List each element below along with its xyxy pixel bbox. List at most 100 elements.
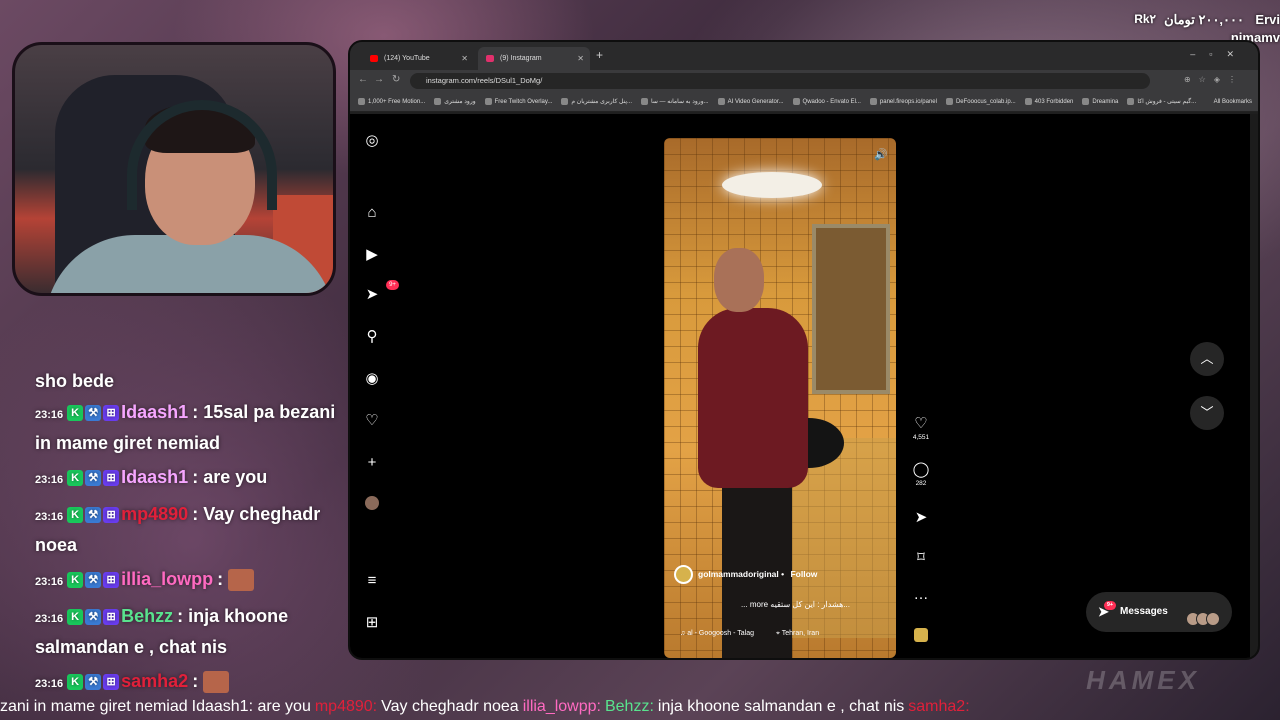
reel-caption[interactable]: ... more هشدار : این کل ستقیه... <box>741 600 850 609</box>
previous-reel-button[interactable]: ︿ <box>1190 342 1224 376</box>
instagram-icon <box>486 55 494 62</box>
more-link[interactable]: ... more <box>741 600 768 609</box>
like-count: 4,551 <box>912 434 930 441</box>
bookmark-item[interactable]: Dreamina <box>1082 92 1118 111</box>
bookmark-item[interactable]: ورود به سامانه — سا... <box>641 92 709 111</box>
bookmark-icon <box>792 97 800 105</box>
messages-label: Messages <box>1120 606 1168 617</box>
close-icon[interactable]: ✕ <box>461 47 468 70</box>
bookmark-item[interactable]: ورود مشتری <box>434 92 476 111</box>
messages-button[interactable]: ➤ 9+ Messages <box>1086 592 1232 632</box>
volume-icon[interactable]: 🔊 <box>874 148 888 161</box>
reload-icon[interactable]: ↻ <box>392 74 400 85</box>
reel-meta: ♫ al - Googoosh - Talag ⌖ Tehran, Iran <box>680 630 839 638</box>
reel-author[interactable]: golmammadoriginal • Follow <box>674 564 817 585</box>
reels-icon[interactable]: ▶ <box>363 246 381 264</box>
tab-label: (9) Instagram <box>500 55 542 62</box>
youtube-icon <box>370 55 378 62</box>
close-icon[interactable]: ✕ <box>577 47 584 70</box>
bookmark-item[interactable]: DeFooocus_colab.ip... <box>945 92 1016 111</box>
follow-button[interactable]: Follow <box>790 569 817 579</box>
bookmark-item[interactable]: پنل کاربری مشتریان م... <box>561 92 632 111</box>
instagram-logo-icon[interactable]: ◎ <box>363 132 381 150</box>
ticker-segment: Vay cheghadr noea <box>381 698 519 715</box>
direct-icon[interactable]: ➤ 9+ <box>363 280 399 304</box>
bookmark-icon <box>641 97 649 105</box>
webcam-feed <box>12 42 336 296</box>
save-icon[interactable]: ⌑ <box>906 548 936 566</box>
url-input[interactable]: instagram.com/reels/DSul1_DoMg/ <box>410 73 1150 89</box>
search-icon[interactable]: ⚲ <box>363 328 381 346</box>
browser-window: (124) YouTube ✕ (9) Instagram ✕ + –▫✕ ← … <box>348 40 1260 660</box>
comment-count: 282 <box>915 480 927 487</box>
author-avatar[interactable] <box>674 565 693 585</box>
chat-badge-icon: ⚒ <box>85 470 102 487</box>
bookmark-item[interactable]: AI Video Generator... <box>717 92 784 111</box>
window-controls[interactable]: –▫✕ <box>1190 49 1248 60</box>
next-reel-button[interactable]: ﹀ <box>1190 396 1224 430</box>
home-icon[interactable]: ⌂ <box>363 204 381 222</box>
browser-toolbar-icons[interactable]: ⊕☆◈⋮ <box>1184 75 1244 84</box>
new-tab-button[interactable]: + <box>596 48 603 62</box>
chat-badge-icon: K <box>67 674 84 691</box>
chat-ticker: zani in mame giret nemiad Idaash1: are yo… <box>0 696 1280 718</box>
bookmark-item[interactable]: Free Twitch Overlay... <box>484 92 552 111</box>
author-name[interactable]: golmammadoriginal <box>698 569 779 579</box>
chat-message: 23:16 K ⚒ ⊞ mp4890: Vay cheghadr noea <box>35 504 321 555</box>
scrollbar[interactable] <box>1250 114 1258 658</box>
heart-icon[interactable]: ♡ <box>363 412 381 430</box>
chat-username: mp4890 <box>121 504 189 524</box>
more-options-icon[interactable]: … <box>906 586 936 603</box>
like-button[interactable]: ♡ 4,551 <box>906 414 936 441</box>
chat-badge-icon: ⊞ <box>103 674 120 691</box>
bookmark-item[interactable]: Qwadoo - Envato El... <box>792 92 861 111</box>
forward-icon[interactable]: → <box>374 74 384 85</box>
bookmark-icon <box>717 97 725 105</box>
create-icon[interactable]: + <box>363 454 381 472</box>
chat-timestamp: 23:16 <box>35 678 64 690</box>
location-label[interactable]: ⌖ Tehran, Iran <box>776 630 829 637</box>
audio-label[interactable]: ♫ al - Googoosh - Talag <box>680 630 764 637</box>
chat-badge-icon: K <box>67 572 84 589</box>
audio-avatar[interactable] <box>914 628 928 642</box>
chat-message: 23:16 K ⚒ ⊞ Idaash1: are you <box>35 467 268 487</box>
apps-icon[interactable]: ⊞ <box>363 614 381 632</box>
comment-button[interactable]: ◯ 282 <box>906 460 936 487</box>
chat-timestamp: 23:16 <box>35 576 64 588</box>
bookmark-item[interactable]: panel.fireops.io/panel <box>869 92 937 111</box>
back-icon[interactable]: ← <box>358 74 368 85</box>
profile-avatar[interactable] <box>365 496 379 510</box>
chat-badge-icon: K <box>67 405 84 422</box>
chat-badge-icon: ⚒ <box>85 609 102 626</box>
tab-label: (124) YouTube <box>384 55 430 62</box>
chat-overlay: sho bede 23:16 K ⚒ ⊞ Idaash1: 15sal pa bezan… <box>35 371 340 704</box>
address-bar: ← → ↻ instagram.com/reels/DSul1_DoMg/ ⊕☆… <box>350 70 1258 92</box>
chat-username: Idaash1 <box>121 467 189 487</box>
chat-badge-icon: K <box>67 470 84 487</box>
menu-icon[interactable]: ≡ <box>363 572 381 590</box>
chat-badge-icon: ⊞ <box>103 507 120 524</box>
messages-badge: 9+ <box>1104 601 1116 610</box>
explore-icon[interactable]: ◉ <box>363 370 381 388</box>
chat-badge-icon: ⊞ <box>103 572 120 589</box>
tab-instagram[interactable]: (9) Instagram ✕ <box>478 47 590 70</box>
bookmark-item[interactable]: 403 Forbidden <box>1024 92 1073 111</box>
tab-bar: (124) YouTube ✕ (9) Instagram ✕ + –▫✕ <box>350 42 1258 70</box>
chat-message: 23:16 K ⚒ ⊞ samha2: <box>35 667 340 698</box>
bookmark-item[interactable]: گیم سیتی - فروش اکا... <box>1127 92 1196 111</box>
reel-video[interactable]: 🔊 golmammadoriginal • Follow ... more هش… <box>664 138 896 658</box>
tab-youtube[interactable]: (124) YouTube ✕ <box>362 47 474 70</box>
chat-username: Behzz <box>121 606 174 626</box>
share-icon[interactable]: ➤ <box>906 508 936 526</box>
chat-emote <box>203 671 230 694</box>
chat-message: 23:16 K ⚒ ⊞ Behzz: inja khoone salmandan e ,… <box>35 606 289 657</box>
bookmark-item[interactable]: 1,000+ Free Motion... <box>358 92 425 111</box>
all-bookmarks-button[interactable]: All Bookmarks <box>1207 92 1252 111</box>
bookmark-icon <box>484 97 492 105</box>
bookmark-icon <box>434 97 442 105</box>
bookmark-icon <box>1082 97 1090 105</box>
chat-badge-icon: ⚒ <box>85 507 102 524</box>
chat-badge-icon: ⚒ <box>85 572 102 589</box>
chat-timestamp: 23:16 <box>35 409 64 421</box>
ticker-segment: Idaash1: are you <box>191 698 311 715</box>
